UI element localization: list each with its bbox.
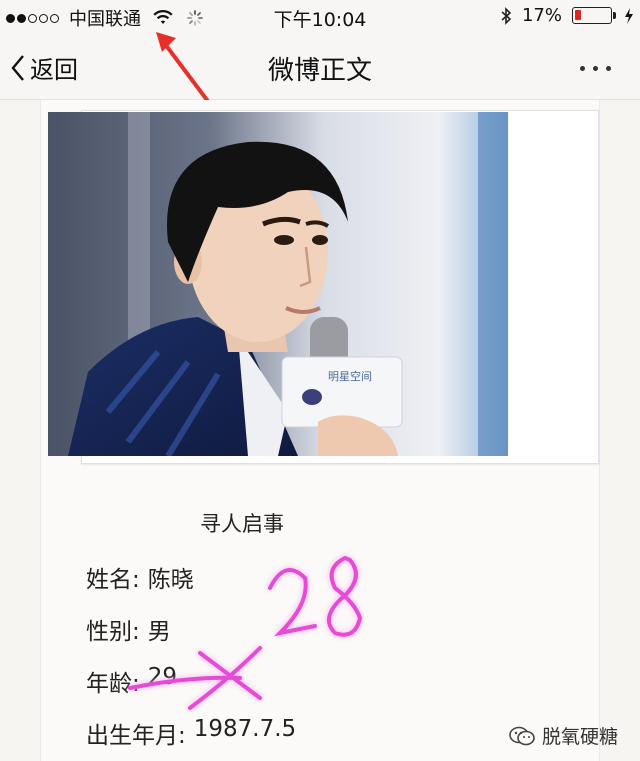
back-button[interactable]: 返回 [10,50,78,85]
status-bar: 中国联通 下午10:04 17% [0,0,640,34]
field-label: 出生年月: [86,723,186,749]
field-value: 1987.7.5 [193,716,297,742]
more-dots-icon [580,65,585,71]
watermark-text: 脱氧硬糖 [541,726,618,748]
signal-strength-icon [6,13,59,23]
notice-title: 寻人启事 [200,512,284,536]
charging-bolt-icon [625,7,633,24]
battery-level [575,10,581,20]
handwritten-x28-note [128,555,363,710]
battery-icon [572,7,616,24]
red-annotation-arrow [156,32,212,106]
status-right: 17% [500,5,634,26]
more-options-button[interactable] [580,58,620,78]
bluetooth-icon [501,6,512,25]
watermark: 脱氧硬糖 [508,722,618,749]
wechat-icon [509,726,535,745]
page-title: 微博正文 [267,56,372,86]
mic-brand-label: 明星空间 [328,369,372,383]
portrait-image: 明星空间 [48,112,508,456]
info-row-birthdate: 出生年月: 1987.7.5 [86,716,296,750]
wifi-icon [153,10,173,24]
back-label: 返回 [30,56,78,84]
post-content: 明星空间 寻人启事 姓名: 陈晓 性别: 男 年龄: 29 出生年月: 1987… [0,100,640,761]
nav-bar: 返回 微博正文 [0,34,640,100]
chevron-left-icon [11,54,24,81]
loading-spinner-icon [187,10,203,26]
carrier-name: 中国联通 [69,9,141,30]
post-photo[interactable]: 明星空间 [48,112,508,456]
battery-percent: 17% [521,5,562,26]
